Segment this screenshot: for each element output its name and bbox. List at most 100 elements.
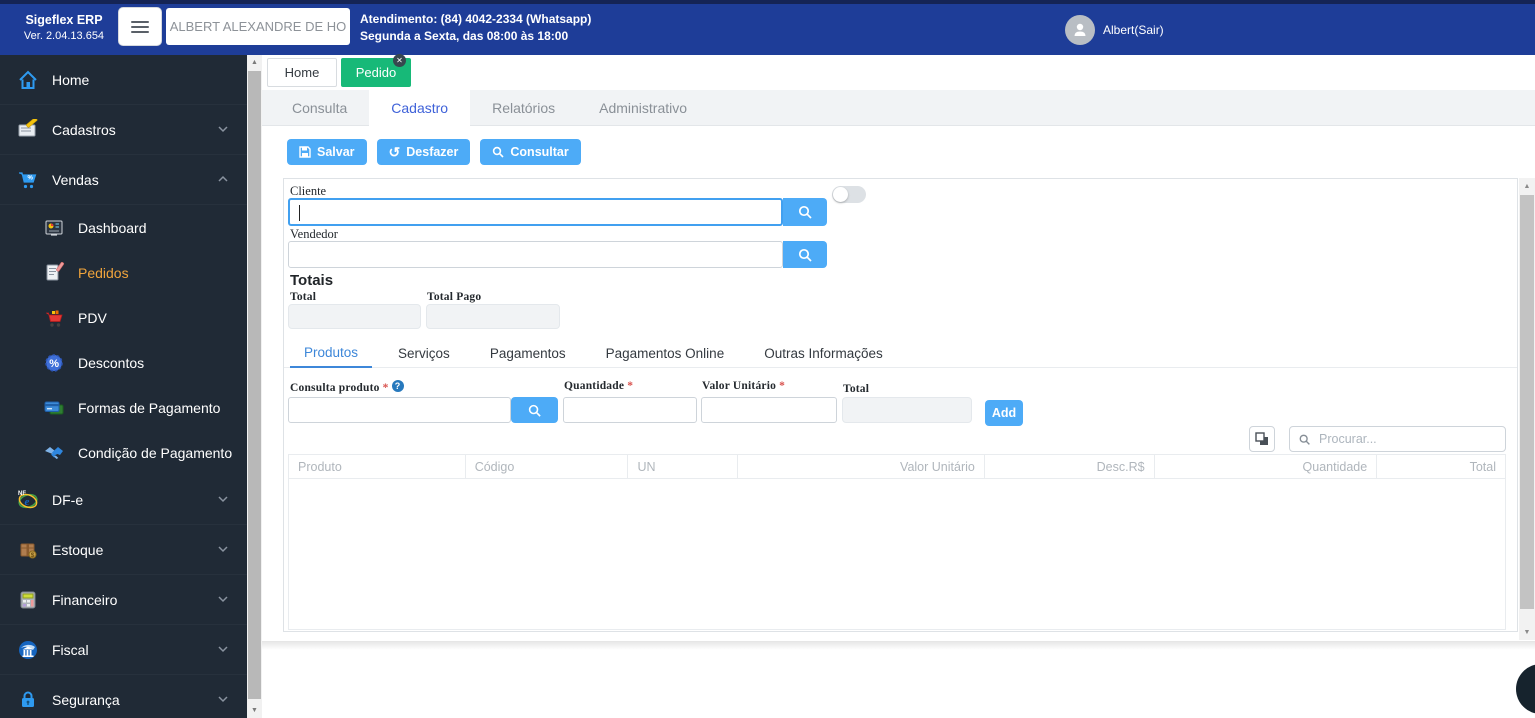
consult-button[interactable]: Consultar: [480, 139, 581, 165]
sidebar-item-cadastros[interactable]: Cadastros: [0, 105, 247, 155]
scroll-down-arrow[interactable]: ▼: [1519, 624, 1535, 640]
pdv-icon: [42, 306, 66, 330]
user-select-value: ALBERT ALEXANDRE DE HO: [169, 19, 347, 34]
total-item-input: [842, 397, 972, 423]
sidebar-item-financeiro[interactable]: Financeiro: [0, 575, 247, 625]
tab-pagamentos[interactable]: Pagamentos: [476, 339, 580, 368]
support-line1: Atendimento: (84) 4042-2334 (Whatsapp): [360, 12, 592, 26]
user-select[interactable]: ALBERT ALEXANDRE DE HO: [166, 8, 350, 45]
sidebar-item-label: Segurança: [52, 691, 120, 708]
brand-block: Sigeflex ERP Ver. 2.04.13.654: [14, 12, 114, 44]
sidebar-item-label: Cadastros: [52, 121, 116, 138]
produto-search-button[interactable]: [511, 397, 558, 423]
search-icon: [492, 146, 504, 158]
cliente-input[interactable]: [288, 198, 783, 226]
consult-button-label: Consultar: [510, 145, 569, 159]
sidebar-item-estoque[interactable]: $ Estoque: [0, 525, 247, 575]
search-icon: [798, 205, 812, 219]
tab-administrativo[interactable]: Administrativo: [577, 90, 709, 126]
quantidade-input[interactable]: [563, 397, 697, 423]
tab-servicos[interactable]: Serviços: [384, 339, 464, 368]
chevron-down-icon: [217, 692, 229, 708]
valor-unitario-input[interactable]: [701, 397, 837, 423]
sidebar-item-label: Formas de Pagamento: [78, 399, 221, 416]
scroll-up-arrow[interactable]: ▲: [247, 55, 262, 70]
support-info: Atendimento: (84) 4042-2334 (Whatsapp) S…: [360, 11, 591, 45]
hamburger-icon: [131, 18, 149, 36]
dfe-icon: e NF: [16, 488, 40, 512]
tab-produtos[interactable]: Produtos: [290, 339, 373, 368]
chevron-down-icon: [217, 592, 229, 608]
app-window: Sigeflex ERP Ver. 2.04.13.654 ALBERT ALE…: [0, 0, 1535, 718]
cliente-toggle[interactable]: [832, 186, 866, 203]
text-caret: [299, 205, 300, 221]
copy-columns-button[interactable]: [1249, 426, 1275, 452]
content-bottom-shadow: [262, 641, 1535, 650]
sidebar-item-vendas[interactable]: % Vendas: [0, 155, 247, 205]
scroll-up-arrow[interactable]: ▲: [1519, 178, 1535, 194]
header-bar: Sigeflex ERP Ver. 2.04.13.654 ALBERT ALE…: [0, 4, 1535, 55]
total-input: [288, 304, 421, 329]
undo-button[interactable]: ↺ Desfazer: [376, 139, 471, 165]
sidebar-item-label: Descontos: [78, 354, 145, 371]
content-scrollbar-thumb[interactable]: [1520, 195, 1534, 609]
workspace-tab-home[interactable]: Home: [267, 58, 337, 87]
sidebar-item-label: Home: [52, 71, 90, 88]
close-icon[interactable]: ✕: [393, 54, 406, 67]
sidebar-item-descontos[interactable]: % Descontos: [0, 340, 247, 385]
content-scrollbar: ▲ ▼: [1519, 178, 1535, 640]
sidebar-item-label: Pedidos: [78, 264, 129, 281]
sidebar-item-formas-de-pagamento[interactable]: Formas de Pagamento: [0, 385, 247, 430]
table-search-input[interactable]: [1317, 431, 1497, 447]
menu-toggle-button[interactable]: [118, 7, 162, 46]
sidebar-item-label: DF-e: [52, 491, 84, 508]
tab-relatorios[interactable]: Relatórios: [470, 90, 577, 126]
vendedor-label: Vendedor: [290, 227, 338, 241]
sidebar-item-dashboard[interactable]: Dashboard: [0, 205, 247, 250]
tab-cadastro[interactable]: Cadastro: [369, 90, 471, 126]
sidebar-item-label: Condição de Pagamento: [78, 444, 233, 461]
sidebar-item-fiscal[interactable]: Fiscal: [0, 625, 247, 675]
table-search: [1289, 426, 1506, 452]
estoque-icon: $: [16, 538, 40, 562]
scroll-down-arrow[interactable]: ▼: [247, 703, 262, 718]
financeiro-icon: [16, 588, 40, 612]
save-button[interactable]: Salvar: [287, 139, 367, 165]
chevron-down-icon: [217, 122, 229, 138]
total-item-label: Total: [843, 383, 870, 395]
avatar: [1065, 15, 1095, 45]
tab-pagamentos-online[interactable]: Pagamentos Online: [592, 339, 739, 368]
sidebar-item-condicao-de-pagamento[interactable]: Condição de Pagamento: [0, 430, 247, 475]
descontos-icon: %: [42, 351, 66, 375]
products-table-body: [288, 479, 1506, 630]
total-label: Total: [290, 291, 317, 303]
sidebar-scrollbar: ▲ ▼: [247, 55, 262, 718]
brand-version: Ver. 2.04.13.654: [23, 30, 105, 42]
column-header-quantidade: Quantidade: [1155, 455, 1378, 478]
save-button-label: Salvar: [317, 145, 355, 159]
svg-text:e: e: [25, 496, 30, 508]
sidebar-item-label: PDV: [78, 309, 107, 326]
sidebar-item-pdv[interactable]: PDV: [0, 295, 247, 340]
sidebar-item-home[interactable]: Home: [0, 55, 247, 105]
consulta-produto-label: Consulta produto *?: [290, 380, 404, 394]
sidebar-item-pedidos[interactable]: Pedidos: [0, 250, 247, 295]
tab-outras-informacoes[interactable]: Outras Informações: [750, 339, 897, 368]
pedidos-icon: [42, 261, 66, 285]
tab-consulta[interactable]: Consulta: [270, 90, 369, 126]
cliente-search-button[interactable]: [783, 198, 827, 226]
logout-link[interactable]: Albert(Sair): [1103, 23, 1164, 37]
add-button[interactable]: Add: [985, 400, 1023, 426]
help-icon[interactable]: ?: [391, 380, 404, 392]
workspace-tab-pedido[interactable]: Pedido ✕: [341, 54, 411, 87]
sidebar-item-seguranca[interactable]: Segurança: [0, 675, 247, 718]
vendedor-search-button[interactable]: [783, 241, 827, 268]
toggle-knob: [833, 187, 848, 202]
products-table: Produto Código UN Valor Unitário Desc.R$…: [288, 454, 1506, 630]
vendedor-input[interactable]: [288, 241, 783, 268]
sidebar-scrollbar-thumb[interactable]: [248, 71, 261, 699]
search-icon: [798, 248, 812, 262]
chevron-down-icon: [217, 542, 229, 558]
sidebar-item-dfe[interactable]: e NF DF-e: [0, 475, 247, 525]
consulta-produto-input[interactable]: [288, 397, 511, 423]
